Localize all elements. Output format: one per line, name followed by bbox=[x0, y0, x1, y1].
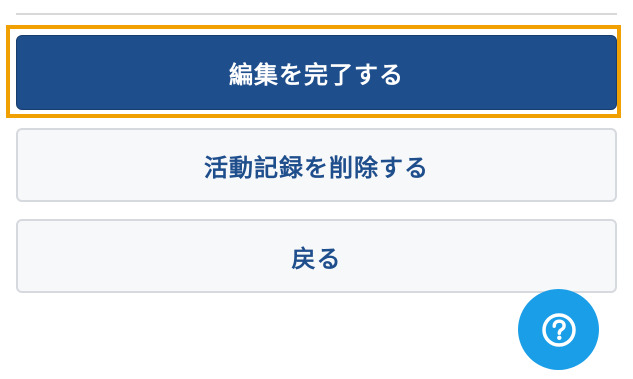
complete-edit-button[interactable]: 編集を完了する bbox=[16, 35, 617, 110]
divider bbox=[16, 13, 617, 15]
question-circle-icon bbox=[541, 312, 577, 348]
delete-record-label: 活動記録を削除する bbox=[204, 153, 429, 182]
back-button[interactable]: 戻る bbox=[16, 219, 617, 293]
complete-edit-label: 編集を完了する bbox=[229, 61, 404, 89]
delete-record-button[interactable]: 活動記録を削除する bbox=[16, 128, 617, 202]
back-label: 戻る bbox=[291, 244, 342, 273]
help-button[interactable] bbox=[518, 289, 599, 370]
edit-actions-panel: 編集を完了する 活動記録を削除する 戻る bbox=[0, 0, 633, 379]
